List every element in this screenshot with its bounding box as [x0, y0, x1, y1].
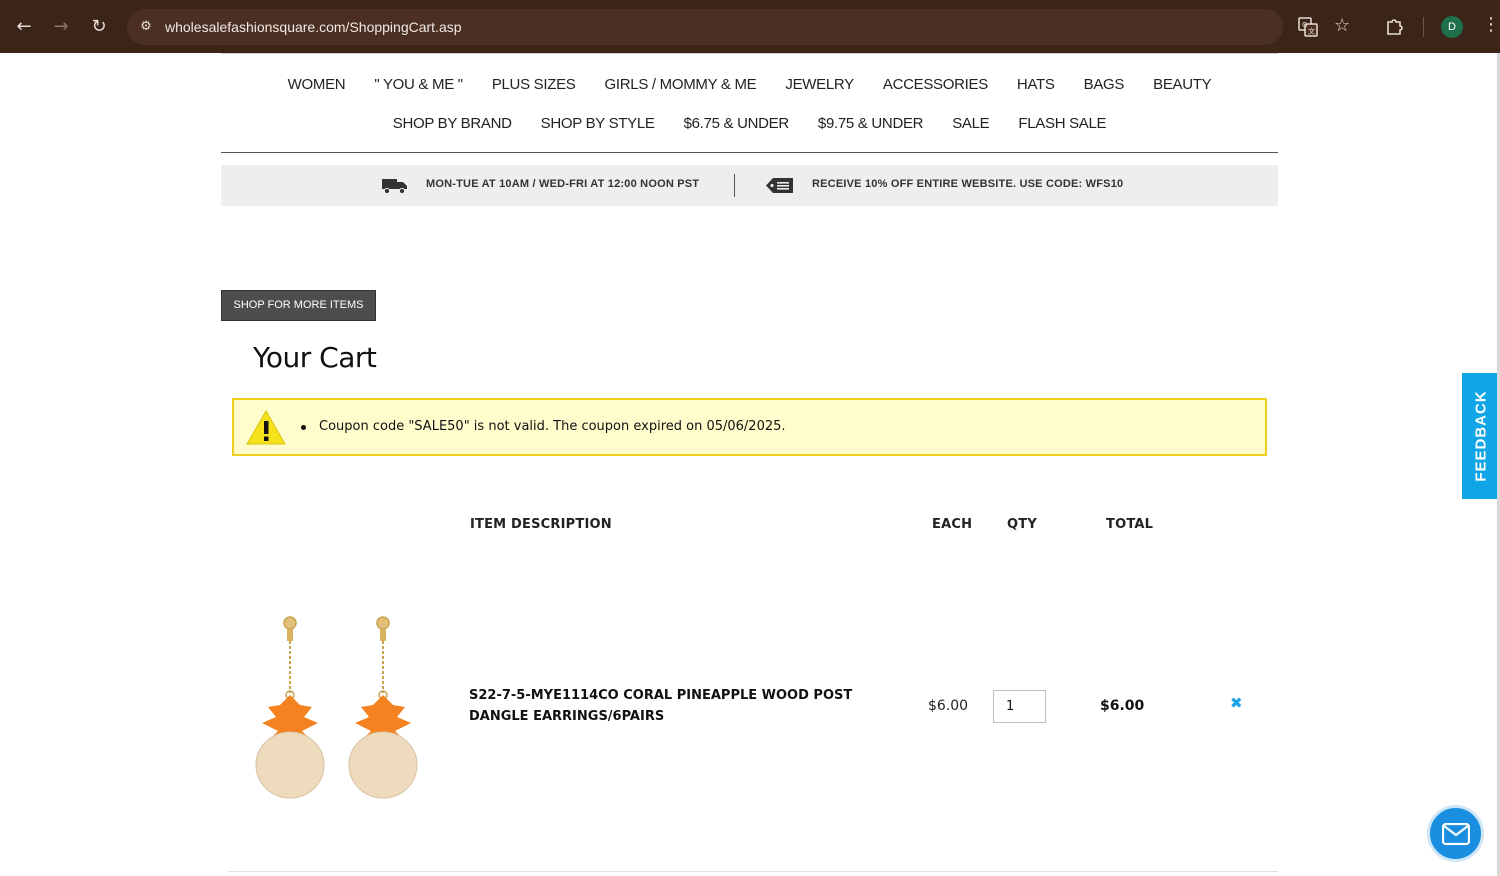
- nav-row-1: WOMEN " YOU & ME " PLUS SIZES GIRLS / MO…: [221, 76, 1278, 93]
- url-text[interactable]: wholesalefashionsquare.com/ShoppingCart.…: [165, 17, 462, 37]
- nav-shop-by-style[interactable]: SHOP BY STYLE: [541, 115, 655, 132]
- nav-sale[interactable]: SALE: [952, 115, 989, 132]
- nav-bags[interactable]: BAGS: [1084, 76, 1125, 93]
- header-each: EACH: [932, 517, 973, 532]
- nav-plus-sizes[interactable]: PLUS SIZES: [492, 76, 576, 93]
- item-total-price: $6.00: [1100, 698, 1145, 714]
- mail-chat-icon: [1442, 823, 1470, 845]
- site-settings-icon[interactable]: ⚙: [137, 18, 155, 36]
- promo-bar: MON-TUE AT 10AM / WED-FRI AT 12:00 NOON …: [221, 165, 1278, 206]
- nav-you-and-me[interactable]: " YOU & ME ": [374, 76, 463, 93]
- shipping-schedule-text: MON-TUE AT 10AM / WED-FRI AT 12:00 NOON …: [426, 178, 700, 190]
- alert-message: Coupon code "SALE50" is not valid. The c…: [319, 419, 786, 434]
- translate-icon[interactable]: G 文: [1298, 17, 1318, 37]
- product-name[interactable]: S22-7-5-MYE1114CO CORAL PINEAPPLE WOOD P…: [469, 685, 889, 727]
- discount-code-text: RECEIVE 10% OFF ENTIRE WEBSITE. USE CODE…: [812, 178, 1124, 190]
- nav-women[interactable]: WOMEN: [288, 76, 346, 93]
- chat-launcher-button[interactable]: [1427, 805, 1484, 862]
- quantity-input[interactable]: [993, 690, 1046, 723]
- page-content: WOMEN " YOU & ME " PLUS SIZES GIRLS / MO…: [0, 53, 1500, 876]
- browser-toolbar: ← → ↻ ⚙ wholesalefashionsquare.com/Shopp…: [0, 0, 1500, 53]
- remove-item-icon[interactable]: ✖: [1230, 694, 1243, 712]
- back-icon[interactable]: ←: [11, 14, 37, 40]
- row-divider: [228, 871, 1278, 872]
- nav-beauty[interactable]: BEAUTY: [1153, 76, 1212, 93]
- product-image[interactable]: [250, 613, 426, 799]
- svg-text:G: G: [1302, 21, 1307, 29]
- nav-975-under[interactable]: $9.75 & UNDER: [818, 115, 924, 132]
- header-qty: QTY: [1007, 517, 1037, 532]
- promo-divider: [734, 174, 735, 197]
- more-menu-icon[interactable]: ⋮: [1482, 14, 1500, 35]
- svg-text:文: 文: [1308, 27, 1315, 36]
- nav-row-2: SHOP BY BRAND SHOP BY STYLE $6.75 & UNDE…: [221, 115, 1278, 132]
- feedback-label: FEEDBACK: [1472, 390, 1490, 482]
- address-bar[interactable]: ⚙ wholesalefashionsquare.com/ShoppingCar…: [127, 9, 1350, 45]
- shop-for-more-items-button[interactable]: SHOP FOR MORE ITEMS: [221, 290, 376, 321]
- nav-flash-sale[interactable]: FLASH SALE: [1018, 115, 1106, 132]
- toolbar-divider: [1423, 17, 1424, 37]
- forward-icon[interactable]: →: [48, 14, 74, 40]
- header-total: TOTAL: [1106, 517, 1154, 532]
- page-title: Your Cart: [253, 341, 377, 374]
- nav-675-under[interactable]: $6.75 & UNDER: [684, 115, 790, 132]
- nav-accessories[interactable]: ACCESSORIES: [883, 76, 988, 93]
- warning-icon: [246, 409, 286, 445]
- item-each-price: $6.00: [928, 698, 969, 714]
- nav-girls-mommy-me[interactable]: GIRLS / MOMMY & ME: [605, 76, 757, 93]
- profile-avatar[interactable]: D: [1441, 16, 1463, 38]
- nav-hats[interactable]: HATS: [1017, 76, 1055, 93]
- truck-icon: [382, 179, 407, 194]
- bookmark-star-icon[interactable]: ☆: [1334, 15, 1350, 36]
- nav-jewelry[interactable]: JEWELRY: [785, 76, 854, 93]
- price-tag-icon: [766, 178, 793, 193]
- reload-icon[interactable]: ↻: [86, 14, 112, 40]
- nav-shop-by-brand[interactable]: SHOP BY BRAND: [393, 115, 512, 132]
- feedback-tab[interactable]: FEEDBACK: [1462, 373, 1500, 499]
- alert-bullet: [301, 425, 306, 430]
- main-navigation: WOMEN " YOU & ME " PLUS SIZES GIRLS / MO…: [221, 53, 1278, 153]
- extensions-icon[interactable]: [1385, 16, 1405, 36]
- header-item-description: ITEM DESCRIPTION: [470, 517, 612, 532]
- coupon-error-alert: Coupon code "SALE50" is not valid. The c…: [232, 398, 1267, 456]
